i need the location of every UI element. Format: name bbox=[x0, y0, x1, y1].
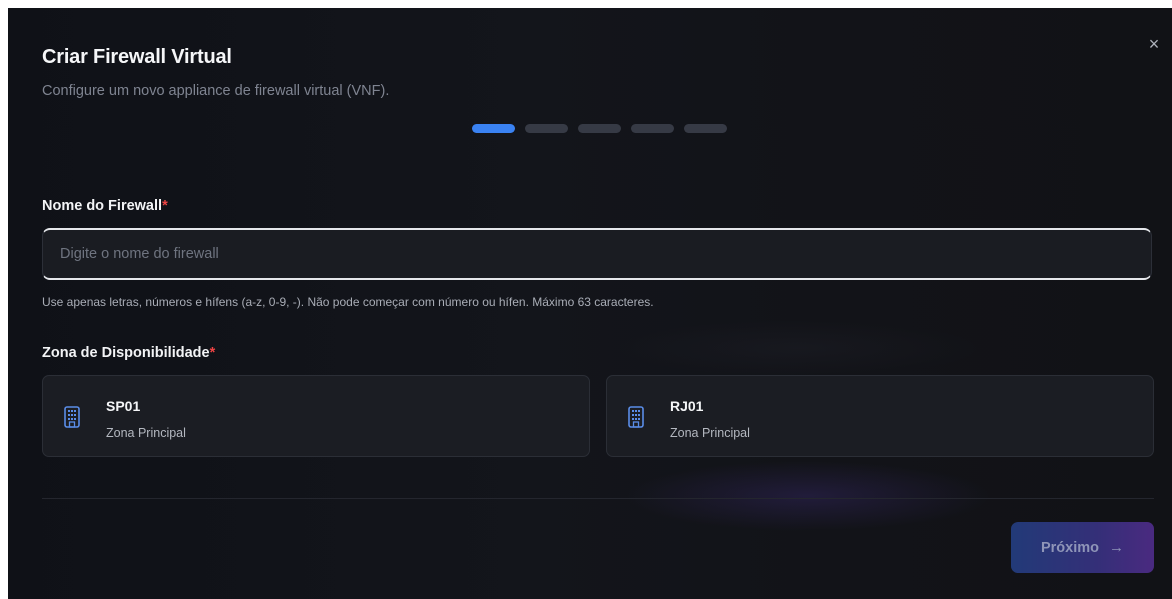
step-indicator bbox=[472, 124, 727, 133]
zone-name: RJ01 bbox=[670, 398, 704, 414]
required-marker: * bbox=[209, 345, 216, 361]
footer-divider bbox=[42, 498, 1154, 499]
firewall-name-input[interactable] bbox=[42, 228, 1152, 280]
availability-zone-label-text: Zona de Disponibilidade bbox=[42, 345, 210, 361]
next-button-label: Próximo bbox=[1040, 539, 1099, 556]
firewall-name-label-text: Nome do Firewall bbox=[42, 198, 163, 214]
dialog-title: Criar Firewall Virtual bbox=[42, 46, 232, 68]
dialog-subtitle: Configure um novo appliance de firewall … bbox=[42, 83, 390, 99]
zone-option-sp01[interactable]: SP01 Zona Principal bbox=[42, 375, 590, 457]
step-2-indicator bbox=[525, 124, 568, 133]
building-icon bbox=[64, 406, 80, 428]
close-icon: × bbox=[1148, 34, 1160, 54]
required-marker: * bbox=[162, 198, 168, 214]
zone-option-rj01[interactable]: RJ01 Zona Principal bbox=[606, 375, 1154, 457]
step-1-indicator bbox=[472, 124, 515, 133]
zone-description: Zona Principal bbox=[670, 426, 750, 440]
building-icon bbox=[628, 406, 644, 428]
step-4-indicator bbox=[631, 124, 674, 133]
firewall-name-hint: Use apenas letras, números e hífens (a-z… bbox=[42, 295, 654, 309]
availability-zone-label: Zona de Disponibilidade* bbox=[42, 345, 215, 361]
create-firewall-dialog: Criar Firewall Virtual Configure um novo… bbox=[8, 8, 1172, 599]
close-button[interactable]: × bbox=[1144, 34, 1164, 54]
firewall-name-label: Nome do Firewall* bbox=[42, 198, 168, 214]
step-3-indicator bbox=[578, 124, 621, 133]
zone-name: SP01 bbox=[106, 398, 141, 414]
arrow-right-icon: → bbox=[1109, 539, 1124, 556]
next-button[interactable]: Próximo → bbox=[1011, 522, 1154, 573]
zone-description: Zona Principal bbox=[106, 426, 186, 440]
step-5-indicator bbox=[684, 124, 727, 133]
